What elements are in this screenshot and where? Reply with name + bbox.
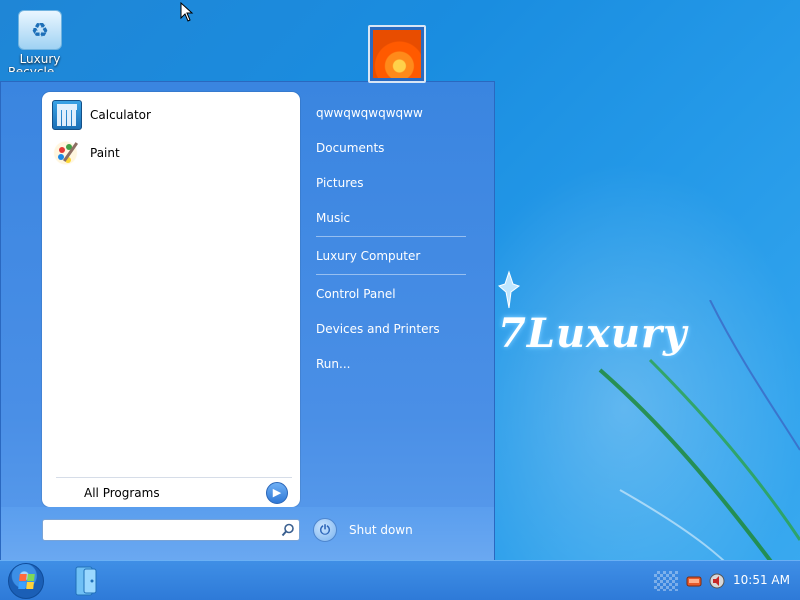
calculator-icon	[52, 100, 82, 130]
start-menu: Calculator Paint All Programs ▶ qwwqwqwq…	[0, 81, 495, 560]
windows-logo-icon	[17, 573, 35, 589]
shutdown-button[interactable]: ⏻ Shut down	[313, 517, 413, 543]
search-icon[interactable]	[281, 523, 295, 537]
program-label: Paint	[90, 146, 120, 160]
program-paint[interactable]: Paint	[50, 135, 290, 171]
pictures-link[interactable]: Pictures	[316, 173, 364, 193]
network-icon[interactable]	[686, 573, 702, 589]
start-menu-programs-pane: Calculator Paint All Programs ▶	[42, 92, 300, 507]
all-programs-label: All Programs	[84, 485, 160, 500]
start-search-box[interactable]	[42, 519, 300, 541]
recycle-bin-label: Luxury	[19, 52, 61, 66]
program-label: Calculator	[90, 108, 151, 122]
arrow-right-icon: ▶	[266, 481, 288, 504]
run-link[interactable]: Run...	[316, 354, 350, 374]
control-panel-link[interactable]: Control Panel	[316, 284, 396, 304]
start-menu-places-pane: qwwqwqwqwqww Documents Pictures Music Lu…	[306, 100, 486, 400]
user-folder-link[interactable]: qwwqwqwqwqww	[316, 103, 423, 123]
mouse-cursor-icon	[180, 2, 194, 22]
paint-icon	[52, 138, 82, 168]
taskbar: 10:51 AM	[0, 560, 800, 600]
divider	[316, 236, 466, 237]
recycle-bin-icon: ♻	[18, 10, 62, 50]
devices-printers-link[interactable]: Devices and Printers	[316, 319, 440, 339]
user-avatar-flower-image	[373, 30, 421, 78]
recycle-bin-label-2: Recycle Bin	[8, 66, 72, 72]
start-button[interactable]	[8, 563, 44, 599]
power-icon: ⏻	[313, 518, 337, 542]
all-programs-button[interactable]: All Programs ▶	[56, 477, 292, 507]
divider	[316, 274, 466, 275]
recycle-bin-shortcut[interactable]: ♻ Luxury Recycle Bin	[8, 10, 72, 82]
computer-link[interactable]: Luxury Computer	[316, 246, 420, 266]
user-avatar[interactable]	[368, 25, 426, 83]
music-link[interactable]: Music	[316, 208, 350, 228]
volume-icon[interactable]	[709, 573, 725, 589]
wallpaper-brand-text: 7Luxury	[498, 310, 688, 357]
brand-star-icon	[498, 270, 521, 309]
start-search-input[interactable]	[47, 521, 281, 539]
program-calculator[interactable]: Calculator	[50, 97, 290, 133]
clock[interactable]: 10:51 AM	[733, 573, 790, 587]
tray-pattern	[654, 571, 678, 591]
documents-link[interactable]: Documents	[316, 138, 384, 158]
shutdown-label: Shut down	[349, 523, 413, 537]
file-explorer-icon[interactable]	[72, 565, 100, 597]
